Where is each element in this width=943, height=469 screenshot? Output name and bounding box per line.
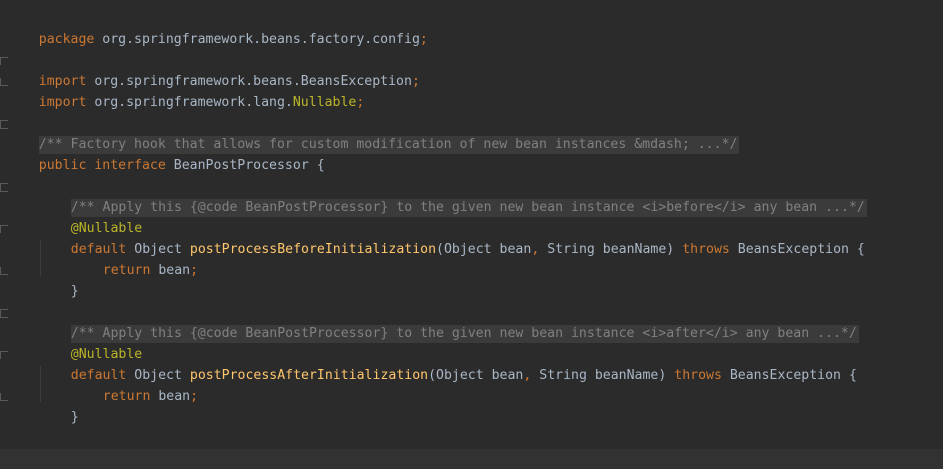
code-line-interface-close: } (0, 428, 47, 467)
code-line-method1-signature: default Object postProcessBeforeInitiali… (0, 218, 865, 257)
exception-name: BeansException (737, 242, 849, 257)
fold-icon[interactable] (0, 57, 8, 65)
throws-keyword: throws (674, 368, 722, 383)
method-params-rest: String beanName) (531, 368, 667, 383)
semicolon: ; (356, 95, 365, 110)
code-line-method2-return: return bean; (0, 365, 198, 404)
code-line-method2-doc[interactable]: /** Apply this {@code BeanPostProcessor}… (0, 302, 859, 343)
return-value: bean (158, 389, 191, 404)
method-params-rest: String beanName) (539, 242, 675, 257)
code-line-method1-close: } (0, 260, 79, 299)
code-line-method1-return: return bean; (0, 239, 198, 278)
close-brace: } (70, 284, 79, 299)
fold-icon[interactable] (0, 351, 8, 359)
code-line-class-doc[interactable]: /** Factory hook that allows for custom … (0, 113, 740, 154)
code-line-import-1: import org.springframework.beans.BeansEx… (0, 50, 420, 89)
fold-icon[interactable] (0, 267, 8, 275)
fold-icon[interactable] (0, 225, 8, 233)
code-line-method2-signature: default Object postProcessAfterInitializ… (0, 344, 857, 383)
code-line-method1-annotation: @Nullable (0, 197, 142, 236)
package-keyword: package (38, 32, 95, 47)
return-keyword: return (102, 263, 151, 278)
exception-name: BeansException (729, 368, 841, 383)
throws-keyword: throws (682, 242, 730, 257)
code-line-method2-close: } (0, 386, 79, 425)
code-line-method2-annotation: @Nullable (0, 323, 142, 362)
package-name: org.springframework.beans.factory.config (102, 32, 420, 47)
fold-icon[interactable] (0, 183, 8, 192)
semicolon: ; (190, 389, 199, 404)
public-keyword: public (38, 158, 87, 173)
fold-icon[interactable] (0, 393, 8, 401)
interface-name: BeanPostProcessor (173, 158, 309, 173)
method-params: (Object bean (436, 242, 532, 257)
semicolon: ; (419, 32, 428, 47)
semicolon: ; (411, 74, 420, 89)
code-editor[interactable]: package org.springframework.beans.factor… (0, 0, 943, 469)
code-line-method1-doc[interactable]: /** Apply this {@code BeanPostProcessor}… (0, 176, 867, 217)
return-value: bean (158, 263, 191, 278)
import-path: org.springframework.lang. (94, 95, 293, 110)
close-brace: } (70, 410, 79, 425)
code-line-package: package org.springframework.beans.factor… (0, 8, 428, 47)
import-annotation-name: Nullable (292, 95, 357, 110)
collapsed-doc-comment[interactable]: /** Apply this {@code BeanPostProcessor}… (70, 325, 859, 343)
fold-icon[interactable] (0, 78, 8, 86)
code-line-import-2: import org.springframework.lang.Nullable… (0, 71, 365, 110)
method-params: (Object bean (428, 368, 524, 383)
method-name: postProcessBeforeInitialization (189, 242, 437, 257)
interface-keyword: interface (94, 158, 166, 173)
open-brace: { (856, 242, 865, 257)
fold-icon[interactable] (0, 120, 8, 129)
semicolon: ; (190, 263, 199, 278)
fold-icon[interactable] (0, 309, 8, 318)
method-name: postProcessAfterInitialization (189, 368, 429, 383)
current-line-highlight (0, 449, 943, 469)
collapsed-doc-comment[interactable]: /** Apply this {@code BeanPostProcessor}… (70, 199, 867, 217)
import-keyword: import (38, 95, 87, 110)
open-brace: { (848, 368, 857, 383)
return-keyword: return (102, 389, 151, 404)
code-line-interface: public interface BeanPostProcessor { (0, 134, 325, 173)
open-brace: { (316, 158, 325, 173)
